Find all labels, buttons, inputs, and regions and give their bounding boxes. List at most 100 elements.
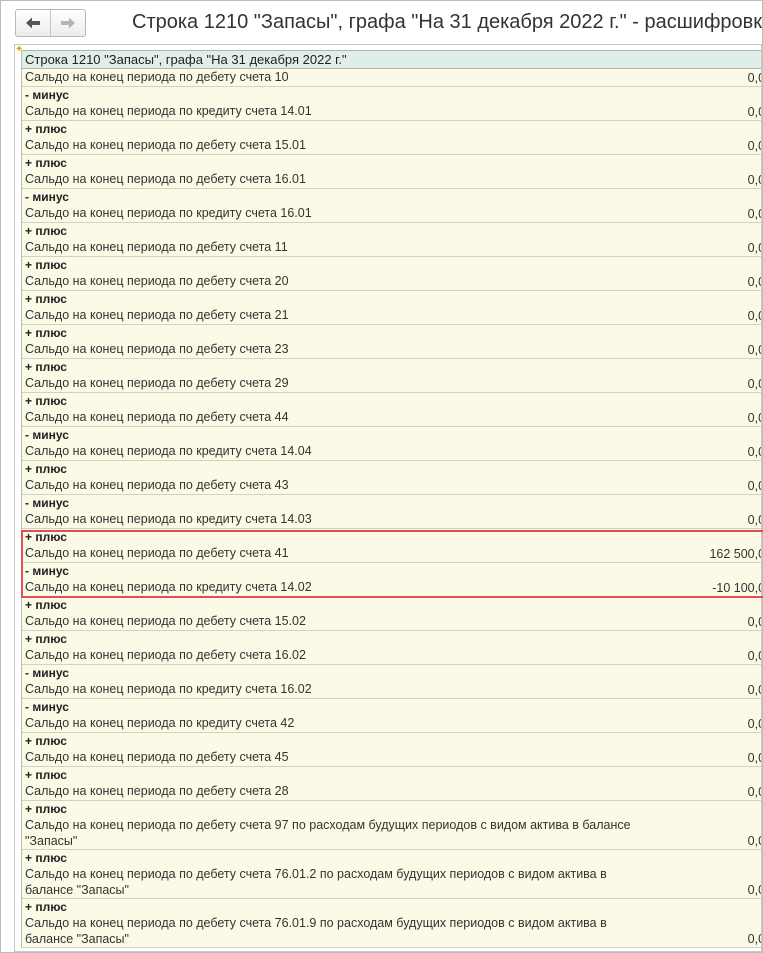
row-sign: + плюс [25,802,67,816]
report-table: Строка 1210 "Запасы", графа "На 31 декаб… [21,50,761,948]
report-row[interactable]: + плюс Сальдо на конец периода по дебету … [22,359,761,393]
row-amount: 0,00 [747,615,761,629]
row-sign: - минус [25,428,69,442]
row-sign: + плюс [25,851,67,865]
report-row[interactable]: - минус Сальдо на конец периода по кредит… [22,665,761,699]
row-description: Сальдо на конец периода по дебету счета … [25,240,288,254]
navigation-buttons [15,9,86,37]
row-line: Сальдо на конец периода по дебету счета … [22,545,761,562]
report-row[interactable]: + плюс Сальдо на конец периода по дебету … [22,631,761,665]
row-amount: 0,00 [747,173,761,187]
row-description: Сальдо на конец периода по кредиту счета… [25,682,312,696]
row-amount: 0,00 [747,649,761,663]
row-description: Сальдо на конец периода по дебету счета … [25,818,631,848]
report-window: Строка 1210 "Запасы", графа "На 31 декаб… [0,0,763,953]
row-description: Сальдо на конец периода по дебету счета … [25,172,306,186]
report-row[interactable]: - минус Сальдо на конец периода по кредит… [22,189,761,223]
row-amount: 0,00 [747,207,761,221]
row-description: Сальдо на конец периода по кредиту счета… [25,580,312,594]
row-amount: 0,00 [747,377,761,391]
row-amount: -10 100,00 [712,581,761,595]
row-line: Сальдо на конец периода по дебету счета … [22,409,761,426]
row-sign: + плюс [25,530,67,544]
row-amount: 0,00 [747,479,761,493]
row-amount: 0,00 [747,411,761,425]
row-amount: 0,00 [747,834,761,848]
forward-button[interactable] [50,10,85,36]
row-description: Сальдо на конец периода по дебету счета … [25,784,289,798]
row-description: Сальдо на конец периода по дебету счета … [25,648,306,662]
row-sign: - минус [25,564,69,578]
row-line: Сальдо на конец периода по дебету счета … [22,477,761,494]
row-amount: 0,00 [747,241,761,255]
row-line: Сальдо на конец периода по дебету счета … [22,307,761,324]
row-line: Сальдо на конец периода по кредиту счета… [22,103,761,120]
report-row[interactable]: + плюс Сальдо на конец периода по дебету … [22,257,761,291]
row-amount: 0,00 [747,275,761,289]
row-line: Сальдо на конец периода по кредиту счета… [22,511,761,528]
report-row[interactable]: + плюс Сальдо на конец периода по дебету … [22,529,761,563]
report-row[interactable]: - минус Сальдо на конец периода по кредит… [22,495,761,529]
row-description: Сальдо на конец периода по дебету счета … [25,274,289,288]
report-row[interactable]: + плюс Сальдо на конец периода по дебету … [22,291,761,325]
report-row[interactable]: + плюс Сальдо на конец периода по дебету … [22,767,761,801]
report-row[interactable]: + плюс Сальдо на конец периода по дебету … [22,733,761,767]
row-description: Сальдо на конец периода по дебету счета … [25,478,289,492]
report-row[interactable]: + плюс Сальдо на конец периода по дебету … [22,223,761,257]
report-row[interactable]: - минус Сальдо на конец периода по кредит… [22,563,761,597]
report-row[interactable]: + плюс Сальдо на конец периода по дебету … [22,393,761,427]
row-amount: 0,00 [747,105,761,119]
row-sign: + плюс [25,258,67,272]
report-row[interactable]: - минус Сальдо на конец периода по кредит… [22,699,761,733]
row-line: Сальдо на конец периода по дебету счета … [22,866,761,898]
row-line: Сальдо на конец периода по дебету счета … [22,239,761,256]
row-description: Сальдо на конец периода по дебету счета … [25,867,607,897]
row-description: Сальдо на конец периода по кредиту счета… [25,716,295,730]
report-row[interactable]: + плюс Сальдо на конец периода по дебету … [22,801,761,850]
row-description: Сальдо на конец периода по дебету счета … [25,308,289,322]
row-sign: - минус [25,700,69,714]
report-row[interactable]: + плюс Сальдо на конец периода по дебету … [22,899,761,948]
row-line: Сальдо на конец периода по дебету счета … [22,915,761,947]
report-row[interactable]: + плюс Сальдо на конец периода по дебету … [22,850,761,899]
row-amount: 0,00 [747,445,761,459]
row-description: Сальдо на конец периода по дебету счета … [25,410,289,424]
row-sign: + плюс [25,598,67,612]
row-line: Сальдо на конец периода по дебету счета … [22,69,761,86]
report-row[interactable]: + плюс Сальдо на конец периода по дебету … [22,461,761,495]
row-sign: + плюс [25,156,67,170]
row-sign: + плюс [25,292,67,306]
row-amount: 0,00 [747,932,761,946]
row-line: Сальдо на конец периода по дебету счета … [22,613,761,630]
row-description: Сальдо на конец периода по дебету счета … [25,614,306,628]
back-button[interactable] [16,10,50,36]
title-bar: Строка 1210 "Запасы", графа "На 31 декаб… [1,1,762,43]
report-row[interactable]: - минус Сальдо на конец периода по кредит… [22,87,761,121]
row-line: Сальдо на конец периода по дебету счета … [22,783,761,800]
row-amount: 0,00 [747,139,761,153]
report-row[interactable]: + плюс Сальдо на конец периода по дебету … [22,121,761,155]
row-amount: 0,00 [747,751,761,765]
row-sign: + плюс [25,224,67,238]
row-line: Сальдо на конец периода по дебету счета … [22,647,761,664]
row-amount: 0,00 [747,309,761,323]
row-amount: 0,00 [747,71,761,85]
row-amount: 0,00 [747,513,761,527]
row-amount: 0,00 [747,883,761,897]
row-description: Сальдо на конец периода по дебету счета … [25,916,607,946]
report-row[interactable]: + плюс Сальдо на конец периода по дебету … [22,325,761,359]
row-amount: 0,00 [747,785,761,799]
row-line: Сальдо на конец периода по кредиту счета… [22,443,761,460]
row-sign: - минус [25,666,69,680]
row-description: Сальдо на конец периода по кредиту счета… [25,444,312,458]
window-title: Строка 1210 "Запасы", графа "На 31 декаб… [132,11,762,33]
row-sign: + плюс [25,394,67,408]
report-row[interactable]: + плюс Сальдо на конец периода по дебету … [22,155,761,189]
row-line: Сальдо на конец периода по дебету счета … [22,375,761,392]
report-row[interactable]: Сальдо на конец периода по дебету счета … [22,69,761,87]
arrow-left-icon [26,17,40,29]
report-row[interactable]: + плюс Сальдо на конец периода по дебету … [22,597,761,631]
report-sheet[interactable]: ✦ Строка 1210 "Запасы", графа "На 31 дек… [14,44,762,952]
row-line: Сальдо на конец периода по дебету счета … [22,341,761,358]
report-row[interactable]: - минус Сальдо на конец периода по кредит… [22,427,761,461]
